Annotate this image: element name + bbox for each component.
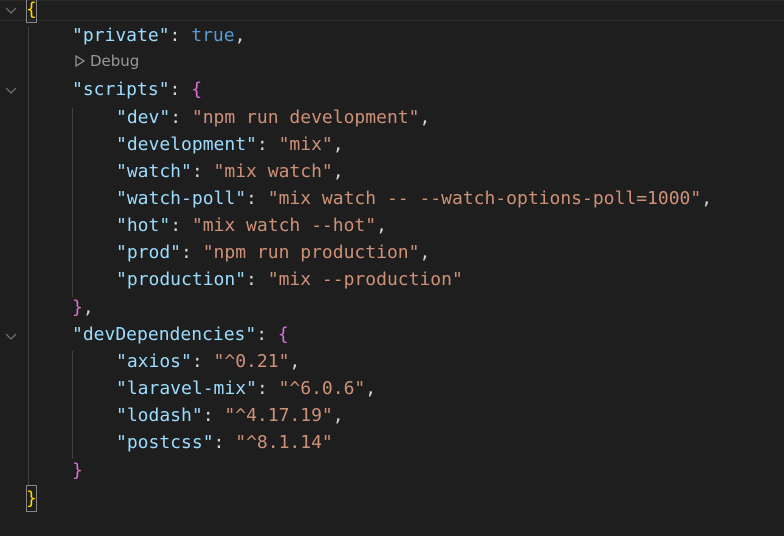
json-key: "scripts": [72, 79, 170, 100]
code-line[interactable]: "axios": "^0.21",: [116, 348, 300, 375]
code-line[interactable]: "watch-poll": "mix watch -- --watch-opti…: [116, 185, 712, 212]
code-line[interactable]: "prod": "npm run production",: [116, 239, 430, 266]
comma: ,: [234, 25, 246, 46]
code-line[interactable]: "scripts": {: [72, 76, 202, 103]
json-key: "dev": [116, 107, 171, 128]
json-string: "mix": [278, 134, 333, 155]
json-key: "devDependencies": [72, 324, 257, 345]
comma: ,: [419, 107, 431, 128]
json-key: "watch-poll": [116, 188, 247, 209]
colon: :: [213, 432, 236, 453]
json-string: "^0.21": [213, 351, 290, 372]
code-line[interactable]: "lodash": "^4.17.19",: [116, 402, 344, 429]
json-string: "npm run production": [202, 242, 420, 263]
code-line[interactable]: "dev": "npm run development",: [116, 104, 430, 131]
json-key: "private": [72, 25, 170, 46]
current-line-highlight: [0, 0, 784, 21]
bracket: }: [26, 485, 37, 512]
colon: :: [256, 378, 279, 399]
json-string: "mix watch -- --watch-options-poll=1000": [267, 188, 702, 209]
indent-guide: [72, 351, 73, 459]
code-line[interactable]: "devDependencies": {: [72, 321, 289, 348]
comma: ,: [82, 297, 94, 318]
colon: :: [169, 79, 192, 100]
code-line[interactable]: {: [26, 0, 37, 23]
code-line[interactable]: }: [26, 485, 37, 512]
json-key: "postcss": [116, 432, 214, 453]
colon: :: [170, 215, 192, 236]
bracket: }: [72, 460, 83, 481]
json-key: "lodash": [116, 405, 203, 426]
colon: :: [246, 188, 268, 209]
chevron-down-icon[interactable]: [4, 84, 18, 98]
chevron-down-icon[interactable]: [4, 4, 18, 18]
json-key: "hot": [116, 215, 171, 236]
json-key: "watch": [116, 161, 192, 182]
comma: ,: [419, 242, 431, 263]
codelens-label: Debug: [90, 52, 140, 70]
play-outline-icon: [75, 55, 86, 67]
chevron-down-icon[interactable]: [4, 330, 18, 344]
json-key: "development": [116, 134, 257, 155]
colon: :: [256, 134, 279, 155]
json-key: "axios": [116, 351, 192, 372]
bracket: {: [277, 324, 289, 345]
colon: :: [256, 324, 278, 345]
comma: ,: [365, 378, 377, 399]
indent-guide: [28, 27, 29, 486]
code-line[interactable]: "development": "mix",: [116, 131, 344, 158]
code-editor[interactable]: { "private": true, Debug "scripts": { "d…: [0, 0, 784, 536]
colon: :: [169, 25, 192, 46]
comma: ,: [289, 351, 301, 372]
bracket: {: [26, 0, 37, 23]
comma: ,: [376, 215, 387, 236]
colon: :: [191, 161, 214, 182]
bracket: }: [72, 297, 83, 318]
json-boolean: true: [191, 25, 235, 46]
code-line[interactable]: "laravel-mix": "^6.0.6",: [116, 375, 376, 402]
bracket: {: [191, 79, 203, 100]
code-line[interactable]: "hot": "mix watch --hot",: [116, 212, 387, 239]
code-line[interactable]: "postcss": "^8.1.14": [116, 429, 333, 456]
colon: :: [191, 351, 214, 372]
colon: :: [181, 242, 203, 263]
json-key: "laravel-mix": [116, 378, 257, 399]
colon: :: [170, 107, 192, 128]
json-string: "^6.0.6": [278, 378, 366, 399]
json-string: "npm run development": [191, 107, 420, 128]
debug-codelens[interactable]: Debug: [74, 51, 139, 71]
json-string: "mix watch": [213, 161, 333, 182]
code-line[interactable]: "watch": "mix watch",: [116, 158, 344, 185]
colon: :: [246, 269, 268, 290]
json-string: "mix watch --hot": [191, 215, 377, 236]
code-line[interactable]: },: [72, 294, 94, 321]
code-line[interactable]: }: [72, 457, 83, 484]
json-key: "prod": [116, 242, 182, 263]
json-string: "mix --production": [267, 269, 463, 290]
comma: ,: [332, 405, 344, 426]
comma: ,: [701, 188, 713, 209]
json-string: "^8.1.14": [235, 432, 333, 453]
colon: :: [202, 405, 225, 426]
code-line[interactable]: "private": true,: [72, 22, 245, 49]
comma: ,: [332, 134, 344, 155]
comma: ,: [332, 161, 344, 182]
json-string: "^4.17.19": [224, 405, 333, 426]
code-line[interactable]: "production": "mix --production": [116, 266, 463, 293]
indent-guide: [72, 108, 73, 297]
json-key: "production": [116, 269, 247, 290]
